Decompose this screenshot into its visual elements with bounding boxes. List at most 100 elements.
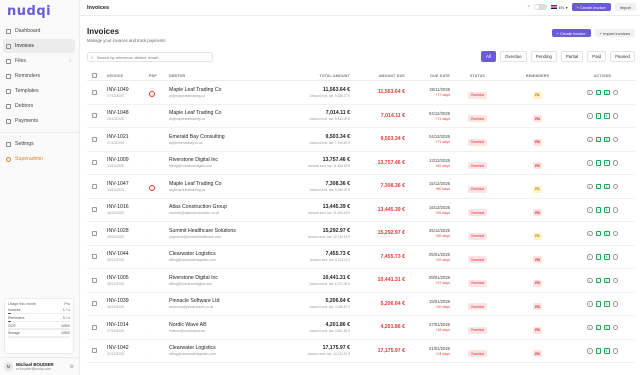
table-row[interactable]: INV-1048 10/10/2025- Maple Leaf Trading Co… bbox=[87, 105, 635, 128]
payment-icon[interactable]: € bbox=[604, 254, 610, 260]
pdf-icon[interactable]: ! bbox=[149, 91, 155, 98]
sidebar-item-dashboard[interactable]: Dashboard bbox=[3, 24, 75, 38]
filter-overdue[interactable]: Overdue bbox=[499, 51, 527, 62]
sidebar-item-settings[interactable]: Settings bbox=[3, 137, 75, 151]
invoice-number[interactable]: INV-1039 bbox=[107, 298, 149, 304]
debtor-name[interactable]: Maple Leaf Trading Co bbox=[169, 87, 264, 93]
debtor-name[interactable]: Riverstone Digital Inc bbox=[169, 157, 264, 163]
row-checkbox[interactable] bbox=[92, 89, 97, 95]
filter-paid[interactable]: Paid bbox=[587, 51, 607, 62]
more-icon[interactable]: · bbox=[612, 254, 618, 260]
reminder-badge[interactable]: R3 bbox=[532, 350, 543, 358]
reminder-badge[interactable]: R3 bbox=[532, 279, 543, 287]
view-icon[interactable]: • bbox=[587, 277, 593, 283]
more-icon[interactable]: · bbox=[612, 324, 618, 330]
more-icon[interactable]: · bbox=[612, 207, 618, 213]
send-icon[interactable]: ✓ bbox=[595, 230, 601, 236]
debtor-name[interactable]: Nordic Wave AB bbox=[169, 322, 264, 328]
payment-icon[interactable]: € bbox=[604, 207, 610, 213]
send-icon[interactable]: ✓ bbox=[595, 183, 601, 189]
payment-icon[interactable]: € bbox=[604, 348, 610, 354]
table-row[interactable]: INV-1021 17/10/2025- Emerald Bay Consultin… bbox=[87, 128, 635, 152]
debtor-name[interactable]: Emerald Bay Consulting bbox=[169, 134, 264, 140]
invoice-number[interactable]: INV-1014 bbox=[107, 322, 149, 328]
payment-icon[interactable]: € bbox=[604, 136, 610, 142]
row-checkbox[interactable] bbox=[92, 230, 97, 236]
row-checkbox[interactable] bbox=[92, 301, 97, 307]
sidebar-item-reminders[interactable]: Reminders bbox=[3, 69, 75, 83]
invoice-number[interactable]: INV-1016 bbox=[107, 204, 149, 210]
view-icon[interactable]: • bbox=[587, 348, 593, 354]
select-all-checkbox[interactable] bbox=[92, 73, 97, 78]
table-row[interactable]: INV-1039 16/12/2025- Pinnacle Software Ltd… bbox=[87, 293, 635, 316]
sidebar-item-templates[interactable]: Templates bbox=[3, 84, 75, 98]
debtor-name[interactable]: Riverstone Digital Inc bbox=[169, 275, 264, 281]
column-header-total[interactable]: TOTAL AMOUNT bbox=[264, 74, 350, 78]
more-icon[interactable]: · bbox=[612, 183, 618, 189]
app-logo[interactable]: nudqi bbox=[7, 4, 51, 19]
payment-icon[interactable]: € bbox=[604, 301, 610, 307]
reminder-badge[interactable]: R3 bbox=[532, 209, 543, 217]
row-checkbox[interactable] bbox=[92, 324, 97, 330]
send-icon[interactable]: ✓ bbox=[595, 254, 601, 260]
filter-partial[interactable]: Partial bbox=[560, 51, 584, 62]
payment-icon[interactable]: € bbox=[604, 89, 610, 95]
sidebar-item-superadmin[interactable]: Superadmin bbox=[3, 152, 75, 166]
send-icon[interactable]: ✓ bbox=[595, 277, 601, 283]
invoice-number[interactable]: INV-1009 bbox=[107, 157, 149, 163]
reminder-badge[interactable]: R1 bbox=[532, 185, 543, 193]
sidebar-item-payments[interactable]: Payments bbox=[3, 114, 75, 128]
import-invoices-button[interactable]: + Import invoices bbox=[594, 29, 635, 37]
debtor-name[interactable]: Clearwater Logistics bbox=[169, 345, 264, 351]
column-header-invoice[interactable]: INVOICE bbox=[107, 74, 149, 78]
more-icon[interactable]: · bbox=[612, 136, 618, 142]
reminder-badge[interactable]: R3 bbox=[532, 303, 543, 311]
view-icon[interactable]: • bbox=[587, 254, 593, 260]
table-row[interactable]: INV-1005 08/12/2025- Riverstone Digital In… bbox=[87, 269, 635, 293]
more-icon[interactable]: · bbox=[612, 160, 618, 166]
create-invoice-button[interactable]: + Create invoice bbox=[551, 29, 591, 37]
invoice-number[interactable]: INV-1042 bbox=[107, 345, 149, 351]
sidebar-item-files[interactable]: Files › bbox=[3, 54, 75, 68]
debtor-name[interactable]: Maple Leaf Trading Co bbox=[169, 110, 264, 116]
sidebar-item-invoices[interactable]: Invoices bbox=[3, 39, 75, 53]
view-icon[interactable]: • bbox=[587, 301, 593, 307]
filter-pending[interactable]: Pending bbox=[530, 51, 557, 62]
table-row[interactable]: INV-1049 27/10/2025! Maple Leaf Trading Co… bbox=[87, 81, 635, 105]
table-row[interactable]: INV-1044 05/12/2025- Clearwater Logistics b… bbox=[87, 246, 635, 269]
more-icon[interactable]: · bbox=[612, 301, 618, 307]
debtor-name[interactable]: Maple Leaf Trading Co bbox=[169, 181, 264, 187]
row-checkbox[interactable] bbox=[92, 183, 97, 189]
column-header-due-date[interactable]: DUE DATE bbox=[405, 74, 450, 78]
reminder-badge[interactable]: R3 bbox=[532, 256, 543, 264]
row-checkbox[interactable] bbox=[92, 207, 97, 213]
invoice-number[interactable]: INV-1047 bbox=[107, 181, 149, 187]
payment-icon[interactable]: € bbox=[604, 277, 610, 283]
view-icon[interactable]: • bbox=[587, 113, 593, 119]
row-checkbox[interactable] bbox=[92, 348, 97, 354]
theme-toggle[interactable] bbox=[534, 4, 548, 10]
view-icon[interactable]: • bbox=[587, 136, 593, 142]
import-button[interactable]: Import bbox=[614, 3, 636, 11]
send-icon[interactable]: ✓ bbox=[595, 89, 601, 95]
more-icon[interactable]: · bbox=[612, 277, 618, 283]
invoice-number[interactable]: INV-1021 bbox=[107, 134, 149, 140]
reminder-badge[interactable]: R1 bbox=[532, 232, 543, 240]
invoice-number[interactable]: INV-1005 bbox=[107, 275, 149, 281]
reminder-badge[interactable]: R3 bbox=[532, 326, 543, 334]
table-row[interactable]: INV-1047 15/11/2025! Maple Leaf Trading Co… bbox=[87, 175, 635, 199]
create-invoice-button[interactable]: + Create invoice bbox=[571, 3, 611, 11]
reminder-badge[interactable]: R1 bbox=[532, 91, 543, 99]
row-checkbox[interactable] bbox=[92, 254, 97, 260]
filter-paused[interactable]: Paused bbox=[610, 51, 635, 62]
sidebar-item-debtors[interactable]: Debtors bbox=[3, 99, 75, 113]
row-checkbox[interactable] bbox=[92, 113, 97, 119]
column-header-amount-due[interactable]: AMOUNT DUE bbox=[350, 74, 405, 78]
filter-all[interactable]: All bbox=[480, 51, 496, 62]
view-icon[interactable]: • bbox=[587, 324, 593, 330]
row-checkbox[interactable] bbox=[92, 136, 97, 142]
send-icon[interactable]: ✓ bbox=[595, 348, 601, 354]
table-row[interactable]: INV-1042 21/12/2025- Clearwater Logistics b… bbox=[87, 340, 635, 363]
search-input[interactable] bbox=[96, 54, 207, 60]
table-row[interactable]: INV-1014 27/12/2025- Nordic Wave AB finance… bbox=[87, 316, 635, 340]
